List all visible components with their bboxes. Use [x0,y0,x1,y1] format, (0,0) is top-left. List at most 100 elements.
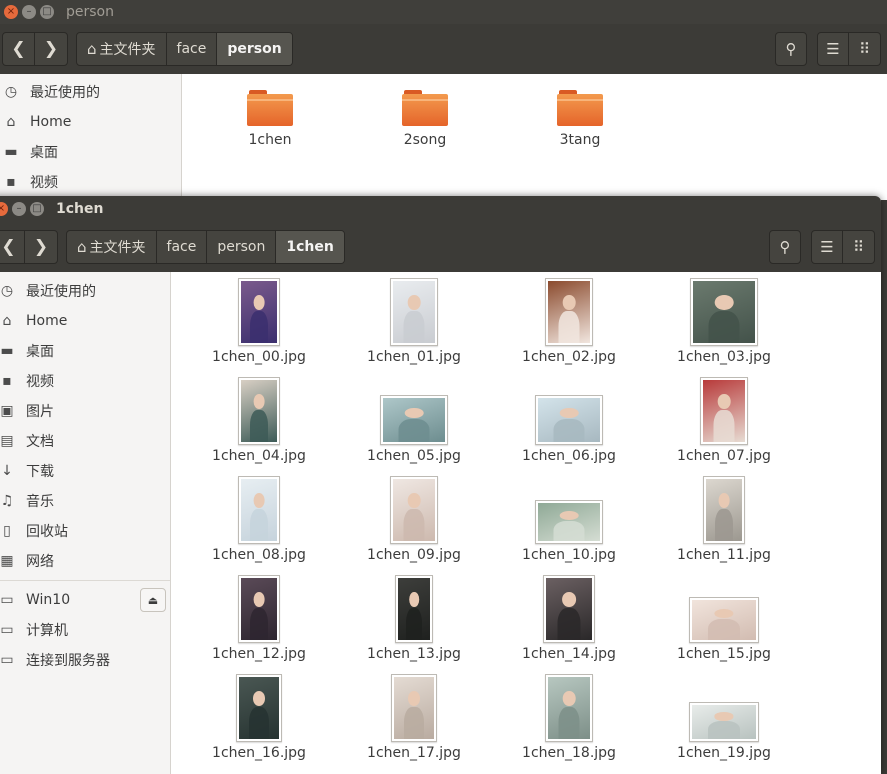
thumbnail-area [499,276,639,346]
folder-item[interactable]: 1chen [210,90,330,148]
file-item[interactable]: 1chen_06.jpg [499,375,639,467]
file-name: 1chen_06.jpg [522,448,616,464]
file-name: 1chen_13.jpg [367,646,461,662]
file-name: 1chen_10.jpg [522,547,616,563]
image-thumbnail [391,674,437,742]
sidebar-item-documents[interactable]: ▤ 文档 [0,426,170,456]
breadcrumb-person[interactable]: person [217,33,292,65]
eject-button[interactable]: ⏏ [140,588,166,612]
folder-label: 1chen [248,132,292,148]
file-name: 1chen_01.jpg [367,349,461,365]
thumbnail-area [654,474,794,544]
image-thumbnail [390,278,438,346]
clock-icon: ◷ [0,283,14,299]
folder-icon: ▬ [4,144,18,160]
forward-button[interactable]: ❯ [25,231,57,263]
file-grid: 1chen_00.jpg 1chen_01.jpg 1chen_02.jpg 1che… [171,272,881,774]
sidebar-item-home[interactable]: ⌂ Home [0,306,170,336]
thumbnail-area [654,573,794,643]
file-item[interactable]: 1chen_18.jpg [499,672,639,764]
window-title: person [66,4,114,20]
file-item[interactable]: 1chen_10.jpg [499,474,639,566]
file-name: 1chen_16.jpg [212,745,306,761]
back-button[interactable]: ❮ [0,231,25,263]
thumbnail-area [189,375,329,445]
grid-view-button[interactable]: ⠿ [849,32,881,66]
search-icon: ⚲ [779,238,791,256]
maximize-icon[interactable]: □ [40,5,54,19]
folder-item[interactable]: 2song [365,90,485,148]
file-item[interactable]: 1chen_01.jpg [344,276,484,368]
breadcrumb-home[interactable]: ⌂ 主文件夹 [67,231,157,263]
sidebar-item-trash[interactable]: ▯ 回收站 [0,516,170,546]
file-item[interactable]: 1chen_13.jpg [344,573,484,665]
sidebar-item-network[interactable]: ▦ 网络 [0,546,170,576]
file-item[interactable]: 1chen_11.jpg [654,474,794,566]
sidebar-item-label: 文档 [26,434,54,450]
search-button[interactable]: ⚲ [775,32,807,66]
file-item[interactable]: 1chen_03.jpg [654,276,794,368]
file-item[interactable]: 1chen_02.jpg [499,276,639,368]
folder-label: 3tang [559,132,601,148]
breadcrumb-person[interactable]: person [207,231,277,263]
minimize-icon[interactable]: – [22,5,36,19]
grid-view-button[interactable]: ⠿ [843,230,875,264]
sidebar-item-desktop[interactable]: ▬ 桌面 [0,336,170,366]
back-window-titlebar: × – □ person [0,0,887,24]
file-item[interactable]: 1chen_16.jpg [189,672,329,764]
folder-item[interactable]: 3tang [520,90,640,148]
file-item[interactable]: 1chen_12.jpg [189,573,329,665]
file-item[interactable]: 1chen_14.jpg [499,573,639,665]
file-item[interactable]: 1chen_08.jpg [189,474,329,566]
back-button[interactable]: ❮ [3,33,35,65]
file-item[interactable]: 1chen_17.jpg [344,672,484,764]
breadcrumb-1chen[interactable]: 1chen [276,231,344,263]
clock-icon: ◷ [4,84,18,100]
file-item[interactable]: 1chen_05.jpg [344,375,484,467]
breadcrumb-face[interactable]: face [157,231,208,263]
file-item[interactable]: 1chen_15.jpg [654,573,794,665]
sidebar-item-videos[interactable]: ▪ 视频 [0,167,181,197]
forward-button[interactable]: ❯ [35,33,67,65]
front-window: × – □ 1chen ❮ ❯ ⌂ 主文件夹 face person 1chen … [0,196,881,774]
sidebar-item-home[interactable]: ⌂ Home [0,107,181,137]
list-view-button[interactable]: ☰ [817,32,849,66]
window-title: 1chen [56,201,104,217]
sidebar-item-desktop[interactable]: ▬ 桌面 [0,137,181,167]
sidebar-item-videos[interactable]: ▪ 视频 [0,366,170,396]
close-icon[interactable]: × [4,5,18,19]
sidebar-item-computer[interactable]: ▭ 计算机 [0,615,170,645]
breadcrumb-face[interactable]: face [167,33,218,65]
file-item[interactable]: 1chen_19.jpg [654,672,794,764]
close-icon[interactable]: × [0,202,8,216]
folder-label: 2song [403,132,447,148]
list-view-button[interactable]: ☰ [811,230,843,264]
sidebar-item-label: 桌面 [26,344,54,360]
thumbnail-area [189,573,329,643]
sidebar-item-recent[interactable]: ◷ 最近使用的 [0,276,170,306]
image-icon: ▣ [0,403,14,419]
sidebar-item-downloads[interactable]: ↓ 下载 [0,456,170,486]
thumbnail-area [499,573,639,643]
image-thumbnail [238,377,280,445]
home-icon: ⌂ [2,313,12,329]
sidebar-item-pictures[interactable]: ▣ 图片 [0,396,170,426]
file-item[interactable]: 1chen_04.jpg [189,375,329,467]
sidebar-item-recent[interactable]: ◷ 最近使用的 [0,77,181,107]
file-item[interactable]: 1chen_00.jpg [189,276,329,368]
image-thumbnail [700,377,748,445]
image-thumbnail [238,575,280,643]
file-name: 1chen_19.jpg [677,745,771,761]
maximize-icon[interactable]: □ [30,202,44,216]
file-item[interactable]: 1chen_09.jpg [344,474,484,566]
breadcrumb-home[interactable]: ⌂ 主文件夹 [77,33,167,65]
sidebar-item-connect-server[interactable]: ▭ 连接到服务器 [0,645,170,675]
folder-icon [247,90,293,126]
file-item[interactable]: 1chen_07.jpg [654,375,794,467]
search-button[interactable]: ⚲ [769,230,801,264]
thumbnail-area [499,672,639,742]
document-icon: ▤ [0,433,14,449]
sidebar-item-music[interactable]: ♫ 音乐 [0,486,170,516]
sidebar-item-win10[interactable]: ▭ Win10 ⏏ [0,585,170,615]
minimize-icon[interactable]: – [12,202,26,216]
